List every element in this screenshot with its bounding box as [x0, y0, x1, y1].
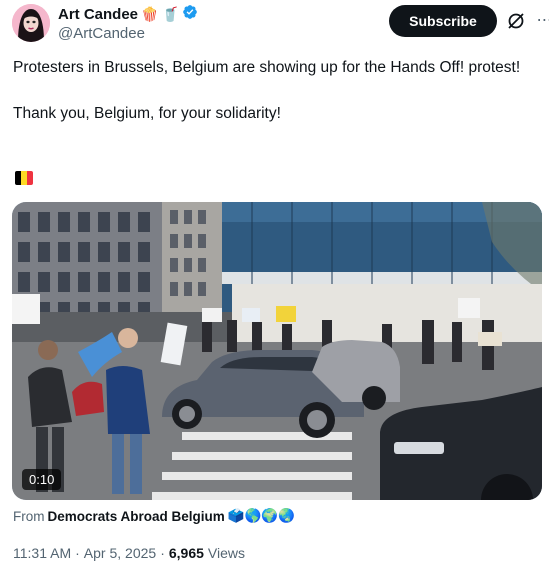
video-player[interactable]: 0:10 — [12, 202, 542, 500]
display-name[interactable]: Art Candee — [58, 6, 138, 23]
tweet-meta: 11:31 AM · Apr 5, 2025 · 6,965 Views — [13, 545, 245, 561]
more-options-icon[interactable]: ⋯ — [534, 10, 549, 32]
tweet-line-2: Thank you, Belgium, for your solidarity! — [13, 105, 281, 122]
tweet-header: Art Candee 🍿 🥤 @ArtCandee Subscribe ⋯ — [12, 4, 549, 44]
meta-separator: · — [160, 545, 165, 561]
tweet-date[interactable]: Apr 5, 2025 — [84, 545, 156, 561]
verified-badge-icon[interactable] — [182, 4, 198, 25]
popcorn-emoji: 🍿 — [141, 6, 159, 22]
belgium-flag-emoji — [15, 171, 33, 185]
author-names: Art Candee 🍿 🥤 @ArtCandee — [58, 4, 198, 42]
tweet-line-1: Protesters in Brussels, Belgium are show… — [13, 59, 521, 76]
source-prefix: From — [13, 508, 45, 524]
author-handle[interactable]: @ArtCandee — [58, 25, 198, 42]
grok-icon[interactable] — [506, 11, 526, 31]
source-name[interactable]: Democrats Abroad Belgium — [48, 509, 225, 524]
tweet-text: Protesters in Brussels, Belgium are show… — [13, 56, 533, 125]
video-duration: 0:10 — [22, 469, 62, 490]
avatar[interactable] — [12, 4, 50, 42]
views-count: 6,965 — [168, 545, 204, 561]
display-name-row: Art Candee 🍿 🥤 — [58, 4, 198, 24]
tweet-time[interactable]: 11:31 AM — [13, 545, 71, 561]
drink-emoji: 🥤 — [161, 6, 179, 22]
views-label: Views — [207, 545, 245, 561]
subscribe-button[interactable]: Subscribe — [389, 5, 497, 37]
source-attribution: From Democrats Abroad Belgium 🗳️🌎🌍🌏 — [13, 508, 295, 524]
meta-separator: · — [75, 545, 80, 561]
source-emojis: 🗳️🌎🌍🌏 — [227, 508, 296, 523]
